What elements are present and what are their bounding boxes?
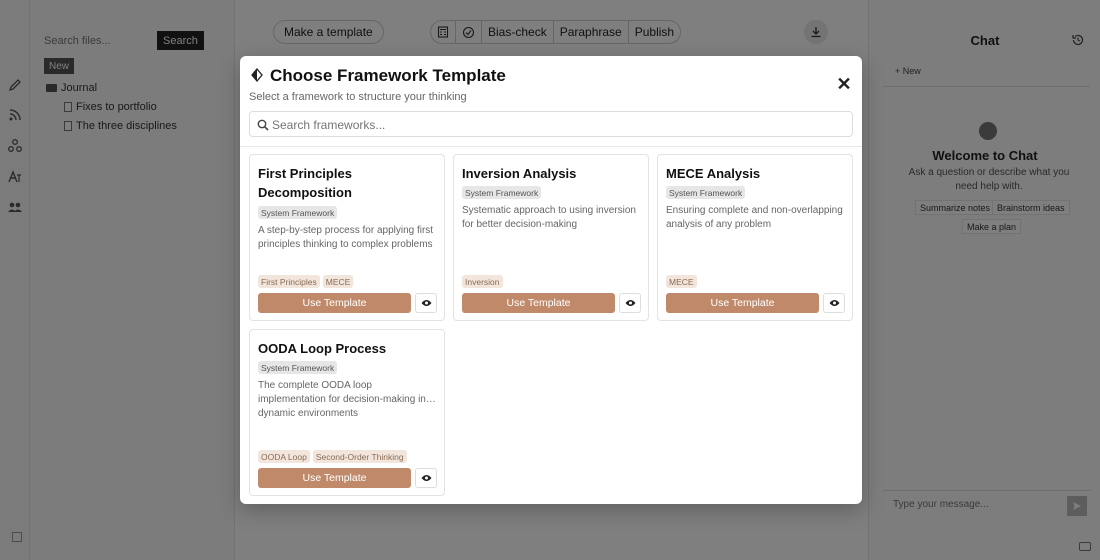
preview-eye-icon[interactable] xyxy=(619,293,641,313)
card-description: A step-by-step process for applying firs… xyxy=(258,225,434,250)
tag: First Principles xyxy=(258,275,320,288)
framework-search xyxy=(249,111,853,137)
card-tags: OODA Loop Second-Order Thinking xyxy=(258,450,407,463)
search-icon xyxy=(257,119,269,131)
modal-divider xyxy=(240,146,862,147)
card-description: The complete OODA loop implementation fo… xyxy=(258,380,436,419)
tag: MECE xyxy=(322,275,354,288)
modal-subtitle: Select a framework to structure your thi… xyxy=(249,91,467,103)
framework-card: OODA Loop Process System Framework The c… xyxy=(249,329,445,496)
tag: MECE xyxy=(666,275,697,288)
tag: OODA Loop xyxy=(258,450,310,463)
close-icon[interactable]: ✕ xyxy=(836,74,852,94)
tag: Second-Order Thinking xyxy=(312,450,407,463)
card-title: Inversion Analysis xyxy=(462,166,577,181)
preview-eye-icon[interactable] xyxy=(415,293,437,313)
card-title: First Principles Decomposition xyxy=(258,166,352,200)
system-framework-badge: System Framework xyxy=(258,361,338,374)
system-framework-badge: System Framework xyxy=(258,206,338,219)
system-framework-badge: System Framework xyxy=(462,186,542,199)
framework-modal: Choose Framework Template ✕ Select a fra… xyxy=(240,56,862,504)
card-description: Systematic approach to using inversion f… xyxy=(462,205,636,230)
preview-eye-icon[interactable] xyxy=(823,293,845,313)
use-template-button[interactable]: Use Template xyxy=(462,293,615,313)
framework-search-input[interactable] xyxy=(272,117,832,133)
card-tags: MECE xyxy=(666,275,697,288)
system-framework-badge: System Framework xyxy=(666,186,746,199)
modal-title: Choose Framework Template xyxy=(270,66,506,85)
card-tags: Inversion xyxy=(462,275,503,288)
tag: Inversion xyxy=(462,275,503,288)
framework-card: First Principles Decomposition System Fr… xyxy=(249,154,445,321)
card-title: MECE Analysis xyxy=(666,166,761,181)
compass-icon xyxy=(251,68,263,82)
use-template-button[interactable]: Use Template xyxy=(666,293,819,313)
framework-card: Inversion Analysis System Framework Syst… xyxy=(453,154,649,321)
card-title: OODA Loop Process xyxy=(258,341,387,356)
card-description: Ensuring complete and non-overlapping an… xyxy=(666,205,843,230)
preview-eye-icon[interactable] xyxy=(415,468,437,488)
framework-card: MECE Analysis System Framework Ensuring … xyxy=(657,154,853,321)
use-template-button[interactable]: Use Template xyxy=(258,468,411,488)
use-template-button[interactable]: Use Template xyxy=(258,293,411,313)
card-tags: First Principles MECE xyxy=(258,275,354,288)
